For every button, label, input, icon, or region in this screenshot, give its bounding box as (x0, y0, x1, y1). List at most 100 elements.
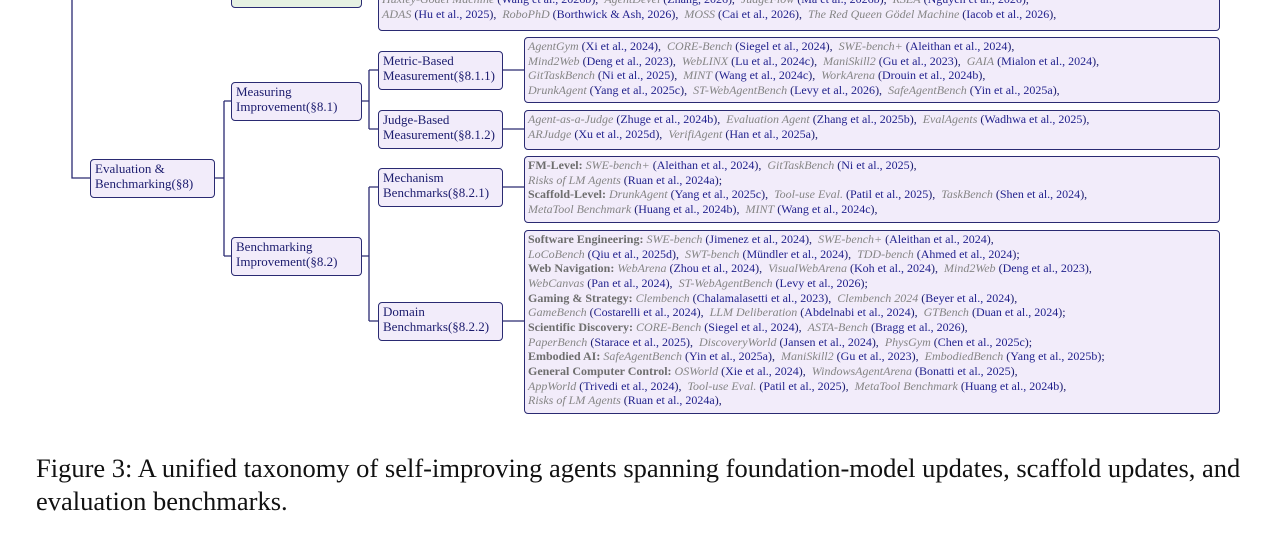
citation-link[interactable]: Zhang et al., 2025b (817, 112, 910, 126)
citation-link[interactable]: Costarelli et al., 2024 (594, 305, 697, 319)
method-title: The Red Queen Gödel Machine (807, 6, 960, 21)
citation-link[interactable]: Deng et al., 2023 (587, 54, 669, 68)
node-benchmarking-improvement: Benchmarking Improvement(§8.2) (231, 237, 362, 276)
citation-link[interactable]: Mündler et al., 2024 (746, 247, 844, 261)
citation-link[interactable]: Han et al., 2025a (729, 127, 811, 141)
citation-link[interactable]: Yin et al., 2025a (974, 83, 1053, 97)
taxonomy-node-partial-top (231, 0, 362, 8)
method-title: WebCanvas (528, 275, 585, 290)
citation-link[interactable]: Huang et al., 2024b (965, 379, 1059, 393)
method-title: ARJudge (528, 126, 572, 141)
citation-link[interactable]: Starace et al., 2025 (594, 335, 686, 349)
citation-link[interactable]: Hu et al., 2025 (418, 7, 489, 21)
citation-link[interactable]: Ruan et al., 2024a (628, 173, 715, 187)
citation-link[interactable]: Xu et al., 2025d (578, 127, 655, 141)
citation-link[interactable]: Mialon et al., 2024 (1001, 54, 1092, 68)
method-title: GitTaskBench (767, 158, 835, 172)
citation-link[interactable]: Ahmed et al., 2024 (921, 247, 1013, 261)
method-title: SWE-bench+ (838, 39, 903, 53)
method-title: Mind2Web (528, 53, 580, 68)
citation-link[interactable]: Levy et al., 2026 (780, 276, 861, 290)
method-title: LLM Deliberation (709, 305, 798, 320)
method-title: GAIA (966, 53, 995, 68)
method-title: DrunkAgent (528, 82, 587, 97)
citation-link[interactable]: Koh et al., 2024 (854, 261, 931, 275)
method-title: AppWorld (528, 378, 577, 393)
citation-link[interactable]: Bonatti et al., 2025 (919, 364, 1011, 378)
citation-link[interactable]: Yang et al., 2025c (594, 83, 680, 97)
category-heading: Embodied AI: (528, 349, 601, 364)
citation-link[interactable]: Siegel et al., 2024 (708, 320, 794, 334)
method-title: DiscoveryWorld (698, 334, 777, 349)
leaf-line: Scaffold-Level: DrunkAgent (Yang et al.,… (528, 187, 1094, 202)
citation-link[interactable]: Chen et al., 2025c (938, 335, 1025, 349)
citation-link[interactable]: Abdelnabi et al., 2024 (804, 305, 910, 319)
citation-link[interactable]: Pan et al., 2024 (591, 276, 665, 290)
method-title: MetaTool Benchmark (528, 201, 632, 216)
leaf-line: Risks of LM Agents (Ruan et al., 2024a), (528, 393, 728, 408)
citation-link[interactable]: Ma et al., 2026b (801, 0, 879, 6)
method-title: ManiSkill2 (780, 349, 834, 364)
citation-link[interactable]: Borthwick & Ash, 2026 (557, 7, 672, 21)
citation-link[interactable]: Nguyen et al., 2026 (928, 0, 1022, 6)
method-title: MINT (745, 201, 775, 216)
citation-link[interactable]: Iacob et al., 2026 (966, 7, 1049, 21)
citation-link[interactable]: Jansen et al., 2024 (784, 335, 872, 349)
citation-link[interactable]: Wang et al., 2024c (719, 68, 808, 82)
citation-link[interactable]: Yang et al., 2025c (675, 187, 761, 201)
method-title: SWE-bench+ (818, 232, 883, 246)
citation-link[interactable]: Lu et al., 2024c (735, 54, 810, 68)
method-title: SafeAgentBench (888, 82, 967, 97)
citation-link[interactable]: Cai et al., 2026 (722, 7, 795, 21)
citation-link[interactable]: Levy et al., 2026 (794, 83, 875, 97)
leaf-box-judge: Agent-as-a-Judge (Zhuge et al., 2024b), … (524, 110, 1220, 150)
citation-link[interactable]: Siegel et al., 2024 (739, 39, 825, 53)
citation-link[interactable]: Beyer et al., 2024 (925, 291, 1010, 305)
method-title: Mind2Web (944, 261, 996, 276)
citation-link[interactable]: Aleithan et al., 2024 (910, 39, 1008, 53)
citation-link[interactable]: Ni et al., 2025 (841, 158, 909, 172)
method-title: Huxley-Gödel Machine (382, 0, 494, 6)
citation-link[interactable]: Aleithan et al., 2024 (657, 158, 755, 172)
citation-link[interactable]: Zhang, 2026 (667, 0, 728, 6)
citation-link[interactable]: Xie et al., 2024 (725, 364, 799, 378)
citation-link[interactable]: Huang et al., 2024b (638, 202, 732, 216)
citation-link[interactable]: Gu et al., 2023 (841, 349, 912, 363)
citation-link[interactable]: Deng et al., 2023 (1003, 261, 1085, 275)
method-title: CORE-Bench (666, 39, 733, 53)
citation-link[interactable]: Yin et al., 2025a (689, 349, 768, 363)
method-title: Evaluation Agent (726, 112, 810, 126)
citation-link[interactable]: Aleithan et al., 2024 (889, 232, 987, 246)
citation-link[interactable]: Patil et al., 2025 (850, 187, 928, 201)
leaf-line: Scientific Discovery: CORE-Bench (Siegel… (528, 319, 974, 334)
node-judge-based-measurement: Judge-Based Measurement(§8.1.2) (378, 110, 503, 149)
citation-link[interactable]: Qiu et al., 2025d (592, 247, 672, 261)
citation-link[interactable]: Ruan et al., 2024a (628, 393, 715, 407)
method-title: ST-WebAgentBench (693, 82, 788, 97)
citation-link[interactable]: Ni et al., 2025 (602, 68, 670, 82)
citation-link[interactable]: Jimenez et al., 2024 (709, 232, 805, 246)
method-title: Clembench 2024 (837, 290, 919, 305)
node-metric-based-measurement: Metric-Based Measurement(§8.1.1) (378, 51, 503, 90)
citation-link[interactable]: Wadhwa et al., 2025 (984, 112, 1082, 126)
citation-link[interactable]: Gu et al., 2023 (883, 54, 954, 68)
category-heading: Scaffold-Level: (528, 187, 606, 202)
method-title: Agent-as-a-Judge (528, 112, 614, 126)
citation-link[interactable]: Patil et al., 2025 (763, 379, 841, 393)
citation-link[interactable]: Chalamalasetti et al., 2023 (697, 291, 825, 305)
citation-link[interactable]: Bragg et al., 2026 (875, 320, 961, 334)
citation-link[interactable]: Zhuge et al., 2024b (620, 112, 713, 126)
citation-link[interactable]: Wang et al., 2026b (501, 0, 591, 6)
citation-link[interactable]: Yang et al., 2025b (1010, 349, 1097, 363)
connector-root (71, 0, 90, 179)
category-heading: General Computer Control: (528, 363, 672, 378)
citation-link[interactable]: Zhou et al., 2024 (673, 261, 755, 275)
method-title: GTBench (923, 305, 969, 320)
citation-link[interactable]: Drouin et al., 2024b (882, 68, 978, 82)
citation-link[interactable]: Trivedi et al., 2024 (583, 379, 674, 393)
citation-link[interactable]: Xi et al., 2024 (586, 39, 654, 53)
citation-link[interactable]: Shen et al., 2024 (1000, 187, 1080, 201)
citation-link[interactable]: Duan et al., 2024 (976, 305, 1058, 319)
citation-link[interactable]: Wang et al., 2024c (781, 202, 870, 216)
category-heading: Software Engineering: (528, 232, 644, 246)
